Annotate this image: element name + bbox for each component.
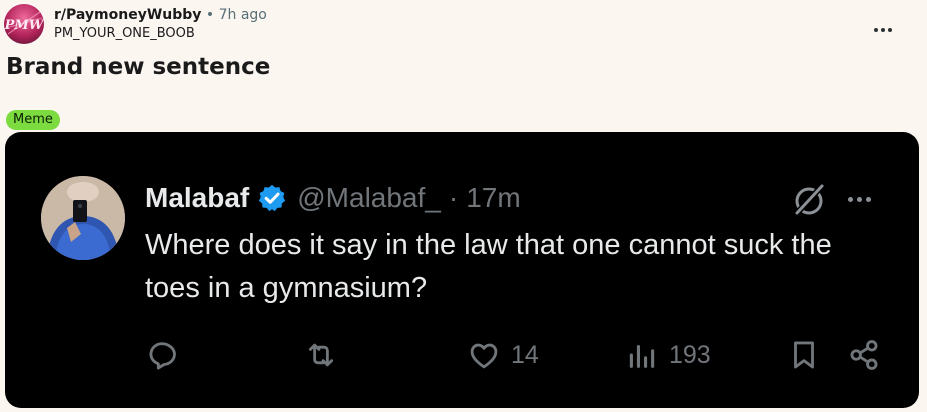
post-title[interactable]: Brand new sentence xyxy=(6,54,270,80)
tweet-header: Malabaf @Malabaf_ · 17m xyxy=(145,178,521,218)
share-icon xyxy=(850,340,878,370)
more-dot-icon xyxy=(888,28,892,32)
tweet-handle[interactable]: @Malabaf_ xyxy=(297,182,441,214)
post-time: 7h ago xyxy=(218,7,267,23)
profile-photo-icon xyxy=(41,176,125,260)
views-icon xyxy=(629,344,655,368)
verified-badge-icon xyxy=(259,184,286,212)
subreddit-logo-text: PMW xyxy=(4,18,44,33)
subreddit-avatar[interactable]: PMW xyxy=(4,4,44,44)
post-author[interactable]: PM_YOUR_ONE_BOOB xyxy=(54,25,267,42)
tweet-avatar xyxy=(41,176,125,260)
more-dot-icon xyxy=(866,196,871,202)
post-flair[interactable]: Meme xyxy=(6,110,60,130)
bookmark-icon xyxy=(794,341,814,369)
views-count: 193 xyxy=(669,340,711,369)
subreddit-logo-icon: PMW xyxy=(4,11,44,35)
tweet-text: Where does it say in the law that one ca… xyxy=(145,229,832,304)
reply-icon xyxy=(149,342,176,370)
retweet-icon xyxy=(308,343,334,367)
like-count: 14 xyxy=(511,340,539,369)
subreddit-link[interactable]: r/PaymoneyWubby xyxy=(54,7,201,23)
more-dot-icon xyxy=(848,196,853,202)
post-header: PMW r/PaymoneyWubby • 7h ago PM_YOUR_ONE… xyxy=(4,4,904,46)
retweet-button[interactable] xyxy=(304,335,348,375)
reply-button[interactable] xyxy=(145,335,189,375)
tweet-more-button[interactable] xyxy=(848,192,878,206)
more-dot-icon xyxy=(874,28,878,32)
more-dot-icon xyxy=(881,28,885,32)
like-button[interactable]: 14 xyxy=(467,335,539,375)
tweet-display-name[interactable]: Malabaf xyxy=(145,182,249,214)
grok-icon[interactable] xyxy=(791,182,827,218)
more-dot-icon xyxy=(857,196,862,202)
share-button[interactable] xyxy=(847,335,881,375)
post-meta: r/PaymoneyWubby • 7h ago PM_YOUR_ONE_BOO… xyxy=(54,7,267,42)
bookmark-button[interactable] xyxy=(787,335,821,375)
tweet-time[interactable]: 17m xyxy=(466,182,520,214)
tweet-screenshot[interactable]: Malabaf @Malabaf_ · 17m Where does it sa… xyxy=(5,132,919,408)
views-button[interactable]: 193 xyxy=(625,335,711,375)
more-options-button[interactable] xyxy=(868,22,898,38)
tweet-actions: 14 193 xyxy=(5,335,919,375)
like-icon xyxy=(470,343,498,369)
tweet-separator: · xyxy=(448,182,459,213)
meta-separator: • xyxy=(205,7,215,23)
